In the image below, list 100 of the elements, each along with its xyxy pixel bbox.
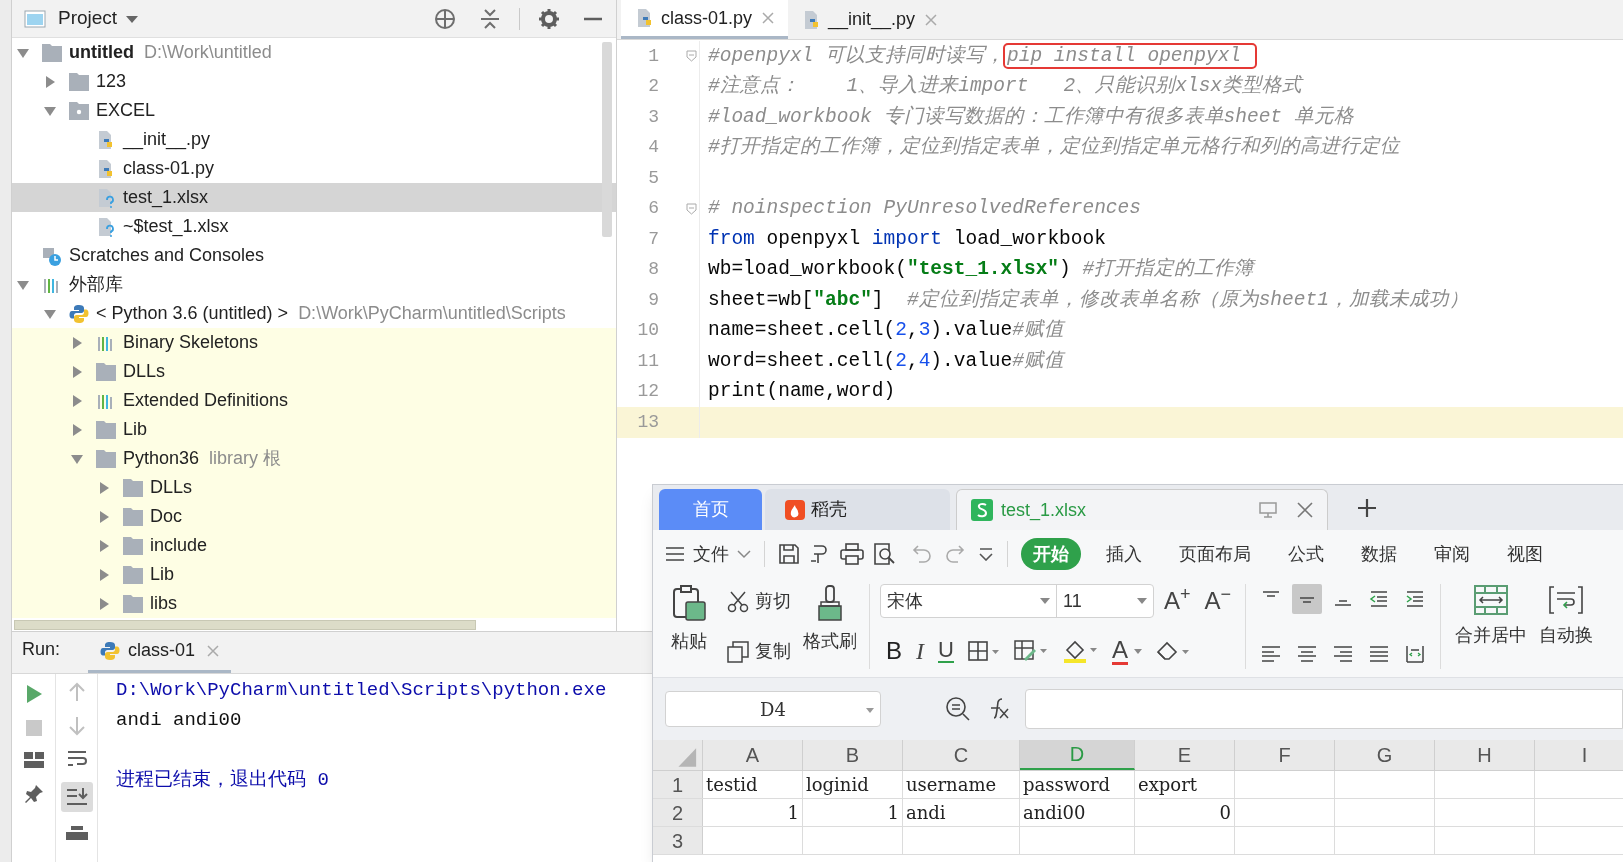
scissors-icon xyxy=(727,590,749,613)
eraser-icon[interactable] xyxy=(1155,640,1190,662)
caret-icon xyxy=(866,708,874,713)
row-header[interactable]: 3 xyxy=(653,827,703,854)
code-line: #注意点： 1、导入进来import 2、只能识别xlsx类型格式 xyxy=(707,73,1303,100)
collapse-icon[interactable] xyxy=(479,6,501,31)
layout-icon[interactable] xyxy=(23,752,44,768)
font-color-button[interactable]: A xyxy=(1111,637,1142,665)
pin-icon[interactable] xyxy=(23,784,44,804)
tree-item[interactable]: DLLs xyxy=(12,357,616,386)
python-logo-icon xyxy=(69,303,89,324)
table-cell: password xyxy=(1020,771,1135,798)
collapsed-arrow-icon[interactable] xyxy=(70,364,84,379)
merge-center-button[interactable]: 合并居中 xyxy=(1455,584,1528,669)
tree-item[interactable]: include xyxy=(12,531,616,560)
copy-button[interactable]: 复制 xyxy=(727,638,791,665)
row-header[interactable]: 1 xyxy=(653,771,703,798)
print-icon[interactable] xyxy=(65,826,88,840)
window-tab[interactable]: 稻壳 xyxy=(765,489,950,530)
row-header[interactable]: 2 xyxy=(653,799,703,826)
tree-item[interactable]: Doc xyxy=(12,502,616,531)
line-number: 12 xyxy=(636,380,659,404)
soft-wrap-icon[interactable] xyxy=(66,750,87,768)
collapsed-arrow-icon[interactable] xyxy=(97,480,111,495)
ribbon-tab[interactable]: 数据 xyxy=(1349,538,1409,570)
table-cell: 1 xyxy=(803,799,903,826)
borders-icon[interactable] xyxy=(967,640,1000,662)
paste-button[interactable]: 粘贴 xyxy=(663,584,715,669)
merge-cells-icon xyxy=(1474,584,1509,616)
format-painter-button[interactable]: 格式刷 xyxy=(803,584,857,669)
run-tab[interactable]: class-01 xyxy=(88,631,232,673)
scratches-icon xyxy=(42,245,62,266)
align-middle-icon[interactable] xyxy=(1292,584,1323,614)
shrink-font-button[interactable]: A$^{−}$ xyxy=(1200,589,1236,613)
collapsed-arrow-icon[interactable] xyxy=(70,393,84,408)
bold-button[interactable]: B xyxy=(886,633,902,669)
collapsed-arrow-icon[interactable] xyxy=(97,538,111,553)
scrollbar-thumb[interactable] xyxy=(14,620,476,630)
underline-button[interactable]: U xyxy=(938,639,954,663)
line-number: 5 xyxy=(647,166,659,190)
italic-button[interactable]: I xyxy=(916,633,924,669)
caret-icon[interactable] xyxy=(125,13,140,24)
line-number: 8 xyxy=(647,258,659,282)
editor-tab[interactable]: __init__.py xyxy=(788,0,952,39)
fold-marker-icon[interactable] xyxy=(686,202,697,215)
scrollbar-thumb[interactable] xyxy=(602,42,612,237)
collapsed-arrow-icon[interactable] xyxy=(97,596,111,611)
close-icon[interactable] xyxy=(762,12,775,24)
column-header[interactable]: B xyxy=(803,740,903,770)
print-icon[interactable] xyxy=(840,543,864,565)
conditional-format-icon[interactable] xyxy=(1013,639,1048,663)
column-header[interactable]: E xyxy=(1135,740,1235,770)
editor-tab[interactable]: class-01.py xyxy=(621,0,789,39)
tree-item[interactable]: Binary Skeletons xyxy=(12,328,616,357)
ribbon-tab[interactable]: 视图 xyxy=(1495,538,1555,570)
wrap-text-button[interactable]: 自动换 xyxy=(1539,584,1594,669)
ribbon-tab[interactable]: 审阅 xyxy=(1422,538,1482,570)
cut-button[interactable]: 剪切 xyxy=(727,588,791,615)
column-header[interactable]: H xyxy=(1435,740,1535,770)
column-header[interactable]: A xyxy=(703,740,803,770)
table-cell: username xyxy=(903,771,1020,798)
monitor-icon[interactable] xyxy=(1259,502,1277,518)
dropdown-icon[interactable] xyxy=(978,547,994,561)
file-menu[interactable]: 文件 xyxy=(665,540,751,568)
collapsed-arrow-icon[interactable] xyxy=(70,422,84,437)
ribbon-tab[interactable]: 公式 xyxy=(1276,538,1336,570)
save-icon[interactable] xyxy=(778,543,800,565)
collapsed-arrow-icon[interactable] xyxy=(97,567,111,582)
tree-item[interactable]: Python36 library 根 xyxy=(12,444,616,473)
name-box[interactable]: D4 xyxy=(665,691,881,727)
scroll-to-end-icon[interactable] xyxy=(60,782,93,812)
zoom-icon[interactable] xyxy=(945,696,971,722)
collapsed-arrow-icon[interactable] xyxy=(43,74,57,89)
ribbon-tab[interactable]: 插入 xyxy=(1094,538,1154,570)
column-header[interactable]: G xyxy=(1335,740,1435,770)
tree-item[interactable]: DLLs xyxy=(12,473,616,502)
column-header[interactable]: F xyxy=(1235,740,1335,770)
settings-icon[interactable] xyxy=(538,7,560,30)
tree-item[interactable]: Extended Definitions xyxy=(12,386,616,415)
ribbon-tab[interactable]: 页面布局 xyxy=(1167,538,1263,570)
brush-icon xyxy=(815,584,845,622)
code-line: name=sheet.cell(2,3).value#赋值 xyxy=(707,318,1064,344)
folder-icon xyxy=(96,448,116,469)
collapsed-arrow-icon[interactable] xyxy=(70,335,84,350)
close-icon[interactable] xyxy=(1297,502,1313,518)
column-header[interactable]: I xyxy=(1535,740,1623,770)
fold-marker-icon[interactable] xyxy=(686,50,697,63)
fill-color-icon[interactable] xyxy=(1061,638,1098,664)
tree-item[interactable]: Lib xyxy=(12,415,616,444)
folder-icon xyxy=(123,593,143,614)
collapsed-arrow-icon[interactable] xyxy=(97,509,111,524)
plus-icon[interactable] xyxy=(1357,498,1377,518)
tree-item[interactable]: libs xyxy=(12,589,616,618)
tree-item[interactable]: test_1.xlsx xyxy=(12,183,616,212)
grow-font-button[interactable]: A$^{+}$ xyxy=(1160,589,1195,613)
formula-field[interactable] xyxy=(1025,689,1623,729)
run-icon[interactable] xyxy=(24,684,43,704)
print-preview-icon[interactable] xyxy=(873,543,897,565)
tree-item[interactable]: Lib xyxy=(12,560,616,589)
locate-icon[interactable] xyxy=(433,6,457,31)
